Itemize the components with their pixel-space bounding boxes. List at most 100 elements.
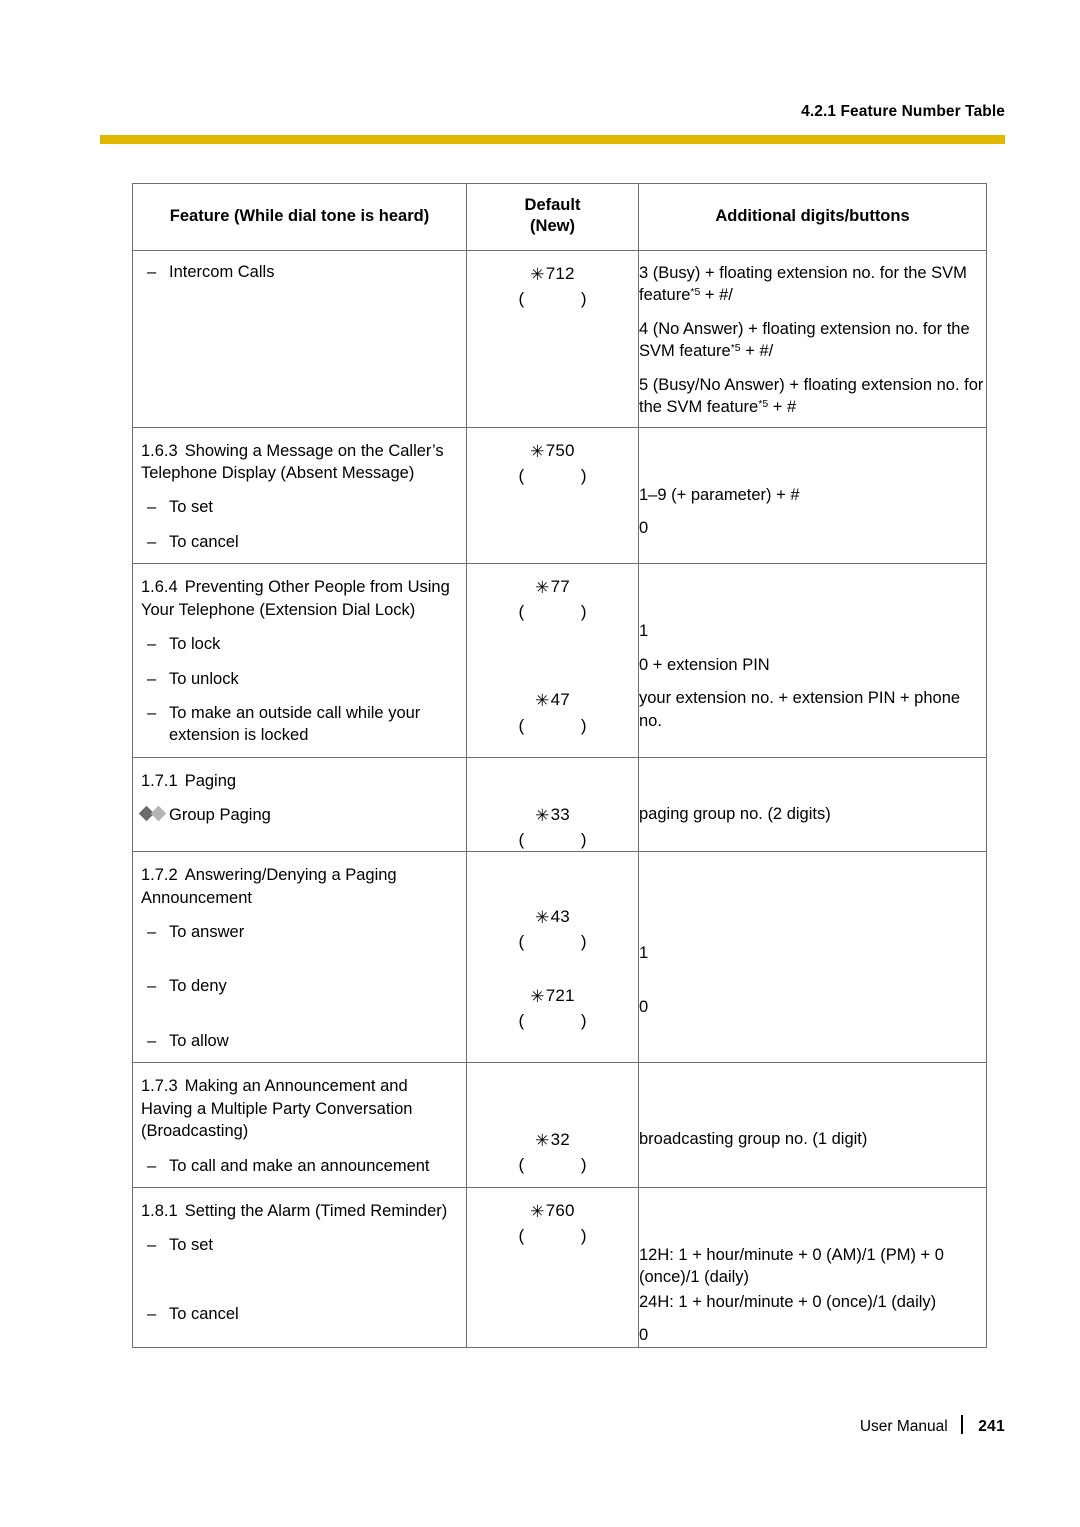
section-title: 1.7.3 Making an Announcement and Having a… <box>133 1063 466 1144</box>
feature-label: To allow <box>169 1031 229 1050</box>
star-icon: ✳ <box>530 441 545 461</box>
list-item: – To make an outside call while your ext… <box>133 692 466 749</box>
default-code-digits: 33 <box>550 804 570 824</box>
dash-marker: – <box>147 532 157 551</box>
default-code: ✳712 <box>467 262 638 286</box>
additional-line: 1 <box>639 944 649 963</box>
section-title: 1.7.2 Answering/Denying a Paging Announce… <box>133 852 466 911</box>
section-title: 1.6.4 Preventing Other People from Using … <box>133 564 466 623</box>
feature-label: To set <box>169 1236 214 1255</box>
additional-line: 0 <box>639 1326 649 1345</box>
additional-text: 4 (No Answer) + floating extension no. f… <box>639 319 970 361</box>
manual-label: User Manual <box>859 1418 948 1435</box>
feature-label: Intercom Calls <box>169 262 275 281</box>
list-item: – To lock <box>133 623 466 657</box>
table-row: 1.7.2 Answering/Denying a Paging Announce… <box>132 851 987 1064</box>
dash-marker: – <box>147 922 157 941</box>
default-block: ✳43 ( ) <box>467 894 638 953</box>
default-cell-timed-reminder: ✳760 ( ) <box>466 1187 639 1348</box>
default-code-digits: 750 <box>545 440 575 460</box>
additional-line: 5 (Busy/No Answer) + floating extension … <box>639 363 986 419</box>
default-code-digits: 32 <box>550 1130 570 1150</box>
section-number: 1.7.2 <box>141 866 178 885</box>
default-cell-broadcasting: ✳32 ( ) <box>466 1062 639 1189</box>
table-row: 1.7.1 Paging Group Paging ✳33 ( ) paging… <box>132 756 987 853</box>
default-block: ✳77 ( ) <box>467 564 638 623</box>
additional-line: 0 <box>639 518 649 537</box>
default-new-parens: ( ) <box>518 288 587 308</box>
table-row: – Intercom Calls ✳712 ( ) 3 (Busy) + flo… <box>132 249 987 428</box>
default-cell-absent-message: ✳750 ( ) <box>466 426 639 565</box>
default-block-secondary: ✳721 ( ) <box>467 973 638 1032</box>
default-cell-answering-denying-paging: ✳43 ( ) ✳721 ( ) <box>466 851 639 1064</box>
dash-marker: – <box>147 498 157 517</box>
default-new-parens: ( ) <box>518 932 587 952</box>
default-code: ✳77 <box>467 575 638 599</box>
list-item: – To answer <box>133 911 466 945</box>
additional-line: broadcasting group no. (1 digit) <box>639 1130 868 1149</box>
section-title-text: Setting the Alarm (Timed Reminder) <box>184 1202 448 1221</box>
default-code-digits: 47 <box>550 690 570 710</box>
section-number: 1.6.3 <box>141 441 178 460</box>
section-title-text: Showing a Message on the Caller’s Teleph… <box>141 441 444 482</box>
feature-cell-paging: 1.7.1 Paging Group Paging <box>132 756 467 853</box>
page-number: 241 <box>978 1418 1005 1435</box>
default-new-parens: ( ) <box>518 1226 587 1246</box>
additional-line: 0 <box>639 997 649 1016</box>
default-block: ✳750 ( ) <box>467 428 638 487</box>
default-code: ✳760 <box>467 1199 638 1223</box>
default-code: ✳721 <box>467 984 638 1008</box>
table-row: 1.6.4 Preventing Other People from Using … <box>132 563 987 758</box>
star-icon: ✳ <box>535 805 550 825</box>
default-block: ✳33 ( ) <box>467 792 638 851</box>
dash-marker: – <box>147 262 157 281</box>
default-code-digits: 721 <box>545 986 575 1006</box>
dash-marker: – <box>147 704 157 722</box>
footnote-ref: *5 <box>690 286 701 299</box>
additional-cell-timed-reminder: 12H: 1 + hour/minute + 0 (AM)/1 (PM) + 0… <box>638 1187 987 1348</box>
feature-label: To cancel <box>169 1304 239 1323</box>
table-header-row: Feature (While dial tone is heard) Defau… <box>132 183 987 251</box>
additional-line: 1–9 (+ parameter) + # <box>639 485 800 504</box>
feature-cell-answering-denying-paging: 1.7.2 Answering/Denying a Paging Announce… <box>132 851 467 1064</box>
column-header-additional: Additional digits/buttons <box>638 183 987 251</box>
additional-line: your extension no. + extension PIN + pho… <box>639 689 961 730</box>
dash-marker: – <box>147 1236 157 1255</box>
star-icon: ✳ <box>530 987 545 1007</box>
default-new-parens: ( ) <box>518 715 587 735</box>
column-header-feature: Feature (While dial tone is heard) <box>132 183 467 251</box>
star-icon: ✳ <box>535 908 550 928</box>
additional-text-tail: + #/ <box>740 342 774 361</box>
star-icon: ✳ <box>530 1202 545 1222</box>
list-item: – Intercom Calls <box>133 251 466 285</box>
section-title: 1.8.1 Setting the Alarm (Timed Reminder) <box>133 1188 466 1224</box>
footnote-ref: *5 <box>758 398 769 411</box>
additional-line: 24H: 1 + hour/minute + 0 (once)/1 (daily… <box>639 1292 937 1311</box>
dash-marker: – <box>147 977 157 996</box>
additional-cell-paging: paging group no. (2 digits) <box>638 756 987 853</box>
additional-line: 1 <box>639 622 649 641</box>
default-cell-extension-dial-lock: ✳77 ( ) ✳47 ( ) <box>466 563 639 758</box>
default-new-parens: ( ) <box>518 1155 587 1175</box>
default-code: ✳43 <box>467 905 638 929</box>
feature-cell-extension-dial-lock: 1.6.4 Preventing Other People from Using … <box>132 563 467 758</box>
